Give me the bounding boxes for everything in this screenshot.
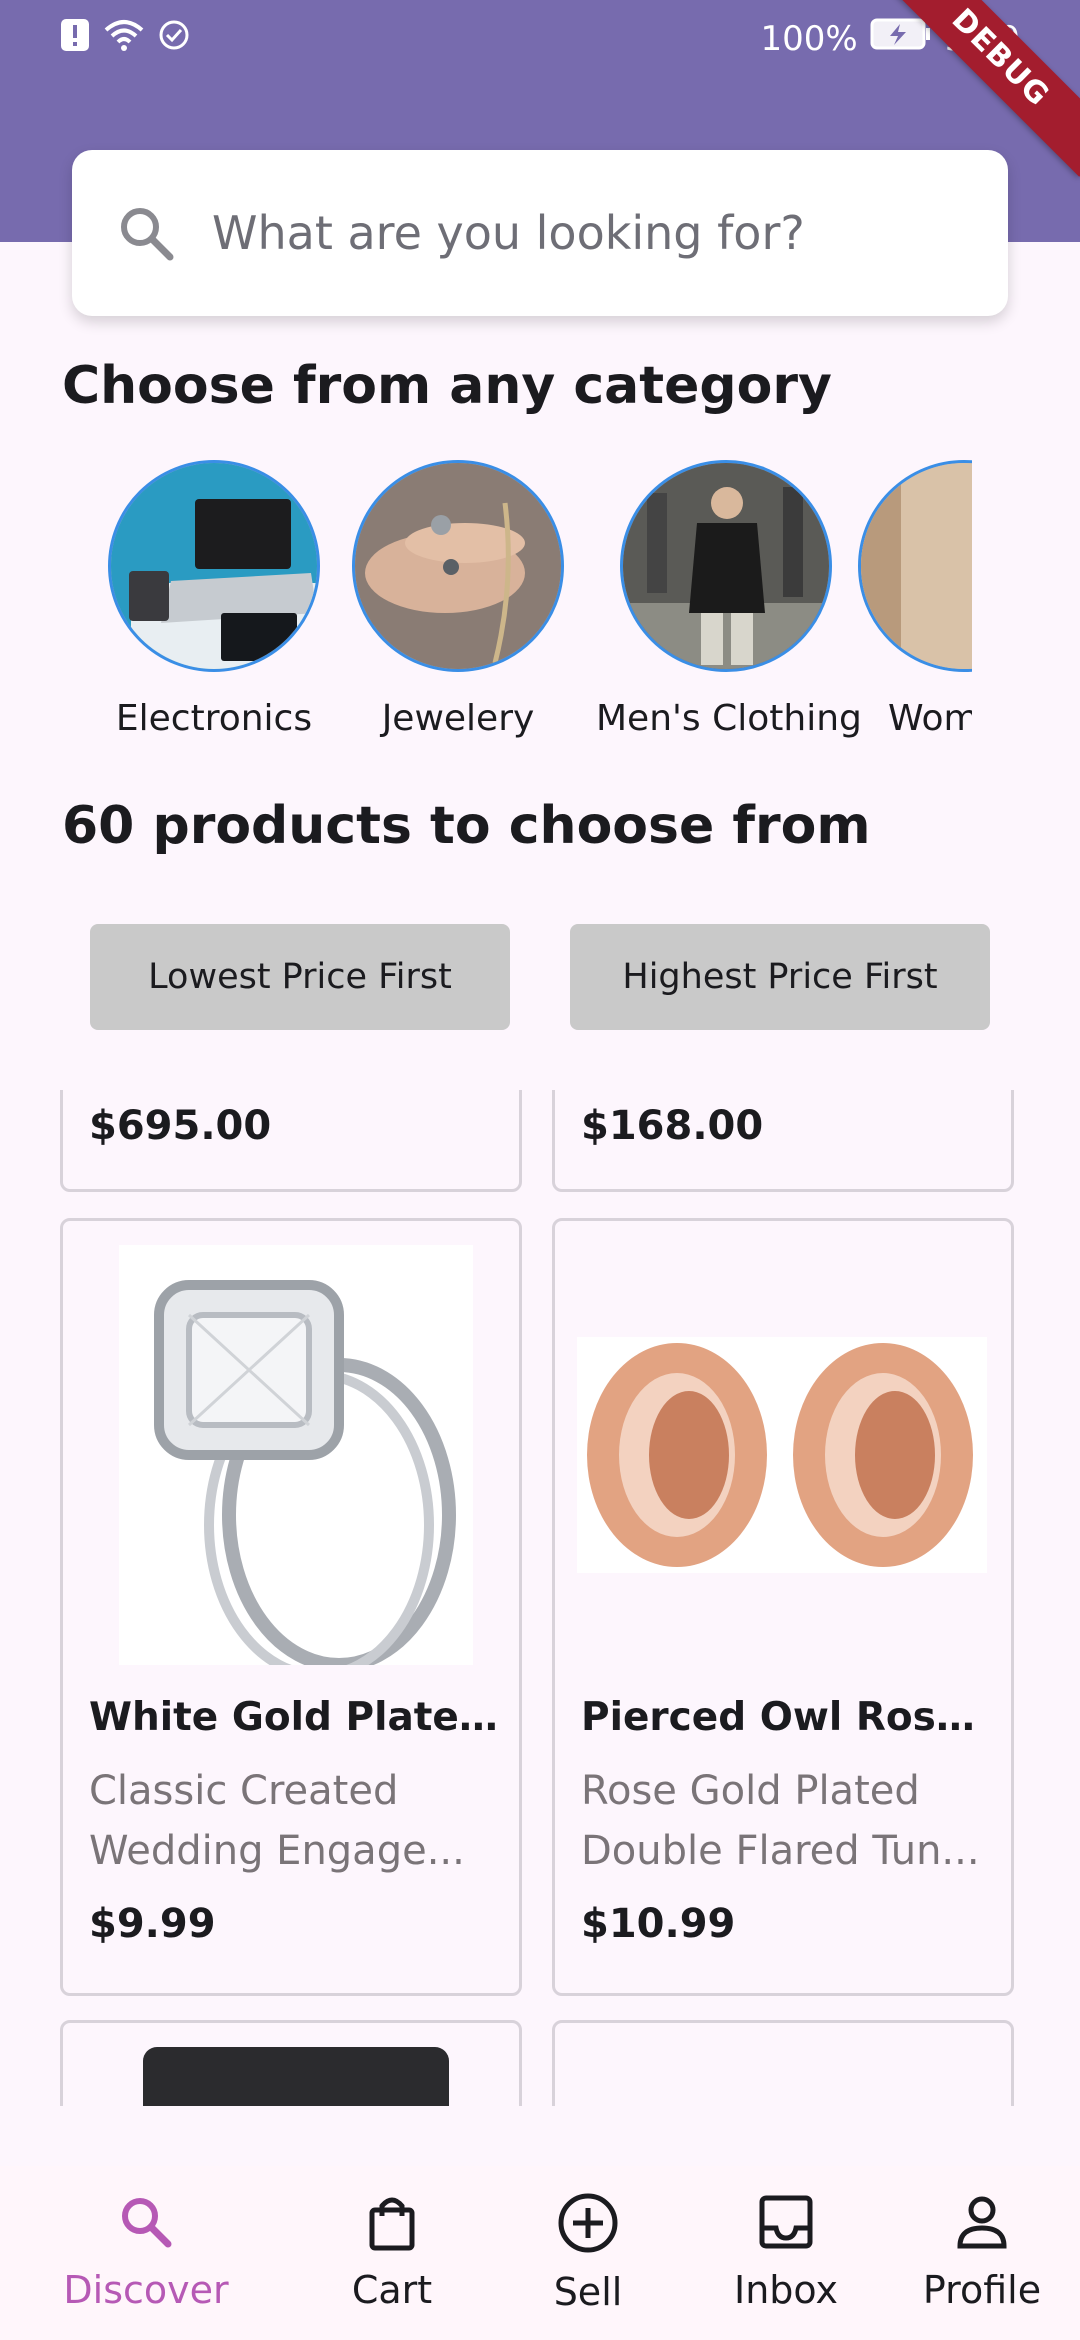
category-list: Electronics Jewelery Men's Clothing Wom (0, 460, 972, 760)
product-card[interactable] (60, 2020, 522, 2106)
nav-label: Profile (922, 2268, 1042, 2312)
sort-lowest-price-button[interactable]: Lowest Price First (90, 924, 510, 1030)
product-price: $168.00 (581, 1103, 764, 1149)
category-image (858, 460, 972, 672)
product-title: White Gold Plate... (89, 1695, 499, 1740)
category-electronics[interactable]: Electronics (84, 460, 344, 739)
plus-circle-icon (557, 2193, 619, 2258)
battery-icon (870, 18, 932, 59)
nav-label: Cart (351, 2268, 433, 2312)
category-womens-clothing[interactable]: Wom (834, 460, 972, 739)
category-label: Wom (888, 698, 972, 739)
product-price: $10.99 (581, 1901, 736, 1947)
nav-label: Inbox (734, 2268, 838, 2312)
nav-label: Sell (553, 2270, 623, 2314)
product-price: $9.99 (89, 1901, 216, 1947)
bottom-navigation: Discover Cart Sell Inbox Profile (0, 2166, 1080, 2340)
category-image (108, 460, 320, 672)
nav-sell[interactable]: Sell (488, 2192, 688, 2314)
products-heading: 60 products to choose from (62, 796, 871, 856)
shopping-bag-icon (362, 2197, 422, 2256)
product-description: Classic Created Wedding Engage... (89, 1768, 465, 1874)
inbox-icon (756, 2195, 816, 2256)
product-grid: $695.00 $168.00 White Gold Plate... Clas… (0, 1090, 1080, 2106)
search-input[interactable] (210, 205, 974, 261)
check-circle-icon (158, 19, 190, 55)
category-heading: Choose from any category (62, 356, 832, 416)
category-label: Jewelery (381, 698, 535, 739)
wifi-icon (104, 18, 144, 56)
product-card[interactable]: $168.00 (552, 1090, 1014, 1192)
product-price: $695.00 (89, 1103, 272, 1149)
alert-icon (60, 18, 90, 56)
category-label: Men's Clothing (596, 698, 862, 739)
product-image (143, 2047, 449, 2106)
battery-percent: 100% (760, 18, 858, 59)
person-icon (952, 2196, 1012, 2256)
product-title: Pierced Owl Rose ... (581, 1695, 991, 1740)
product-card[interactable]: White Gold Plate... Classic Created Wedd… (60, 1218, 522, 1996)
nav-label: Discover (63, 2268, 229, 2312)
sort-highest-price-button[interactable]: Highest Price First (570, 924, 990, 1030)
product-card[interactable]: $695.00 (60, 1090, 522, 1192)
product-description: Rose Gold Plated Double Flared Tun... (581, 1768, 980, 1874)
category-image (620, 460, 832, 672)
search-icon (116, 203, 176, 263)
product-card[interactable]: Pierced Owl Rose ... Rose Gold Plated Do… (552, 1218, 1014, 1996)
search-bar[interactable] (72, 150, 1008, 316)
category-image (352, 460, 564, 672)
category-jewelery[interactable]: Jewelery (328, 460, 588, 739)
nav-discover[interactable]: Discover (46, 2192, 246, 2312)
nav-cart[interactable]: Cart (292, 2192, 492, 2312)
category-mens-clothing[interactable]: Men's Clothing (596, 460, 862, 739)
product-image (577, 1337, 987, 1573)
nav-profile[interactable]: Profile (882, 2192, 1080, 2312)
search-icon (116, 2198, 176, 2256)
product-image (119, 1245, 473, 1680)
nav-inbox[interactable]: Inbox (686, 2192, 886, 2312)
product-card[interactable] (552, 2020, 1014, 2106)
category-label: Electronics (115, 698, 313, 739)
